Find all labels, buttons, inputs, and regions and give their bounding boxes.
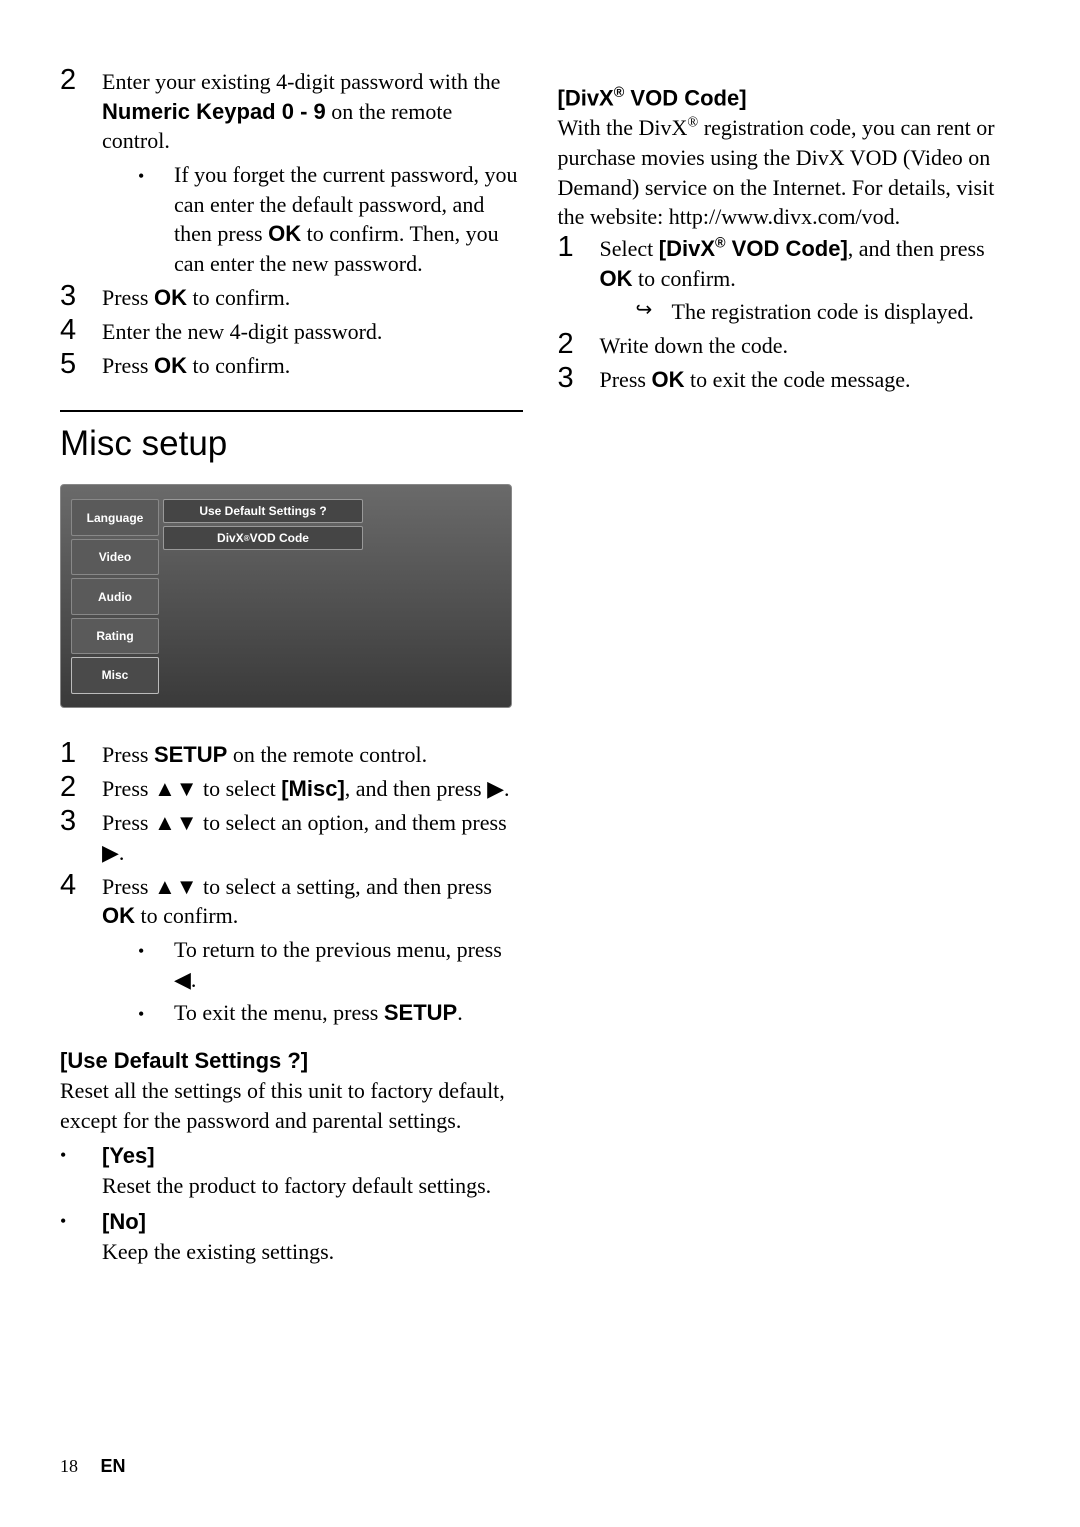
menu-tabs: Language VideoAudio RatingMisc [71, 499, 159, 693]
page-footer: 18 EN [60, 1456, 126, 1477]
option-bullet: •[Yes] Reset the product to factory defau… [60, 1141, 523, 1200]
step-text: Enter the new 4-digit password. [102, 315, 523, 347]
menu-tab-audio: Audio [71, 578, 159, 614]
menu-tab-rating: Rating [71, 618, 159, 654]
uds-desc: Reset all the settings of this unit to f… [60, 1076, 523, 1135]
step-text: Press ▲▼ to select an option, and them p… [102, 806, 523, 867]
divider [60, 410, 523, 412]
step-number: 2 [558, 329, 600, 361]
menu-tab-misc: Misc [71, 657, 159, 693]
step: 3Press ▲▼ to select an option, and them … [60, 806, 523, 867]
step: 4Enter the new 4-digit password. [60, 315, 523, 347]
bullet-icon: • [138, 998, 174, 1028]
step-number: 2 [60, 772, 102, 804]
menu-option: Use Default Settings ? [163, 499, 363, 523]
step-text: Press SETUP on the remote control. [102, 738, 523, 770]
vod-steps: 1Select [DivX® VOD Code], and then press… [558, 232, 1021, 395]
step-text: Enter your existing 4-digit password wit… [102, 65, 523, 279]
uds-options: •[Yes]Reset the product to factory defau… [60, 1141, 523, 1266]
step: 2Write down the code. [558, 329, 1021, 361]
arrow-icon: ↪ [636, 297, 672, 327]
step: 1Press SETUP on the remote control. [60, 738, 523, 770]
language-code: EN [101, 1456, 126, 1476]
left-column: 2Enter your existing 4-digit password wi… [60, 65, 523, 1266]
menu-tab-language: Language [71, 499, 159, 535]
step-number: 4 [60, 315, 102, 347]
step-number: 1 [558, 232, 600, 327]
vod-desc: With the DivX® registration code, you ca… [558, 113, 1021, 232]
vod-heading: [DivX® VOD Code] [558, 85, 1021, 111]
step-number: 3 [60, 281, 102, 313]
step-number: 3 [558, 363, 600, 395]
steps-mid: 1Press SETUP on the remote control.2Pres… [60, 738, 523, 1028]
step: 5Press OK to confirm. [60, 349, 523, 381]
menu-options: Use Default Settings ? DivX® VOD Code [163, 499, 501, 693]
uds-heading: [Use Default Settings ?] [60, 1048, 523, 1074]
option-label: [No] [102, 1209, 146, 1234]
setup-menu-screenshot: Language VideoAudio RatingMisc Use Default… [60, 484, 512, 708]
step-number: 1 [60, 738, 102, 770]
sub-bullet: •To return to the previous menu, press ◀… [138, 935, 523, 994]
step-number: 3 [60, 806, 102, 867]
step-number: 5 [60, 349, 102, 381]
option-bullet: •[No] Keep the existing settings. [60, 1207, 523, 1266]
steps-top: 2Enter your existing 4-digit password wi… [60, 65, 523, 380]
bullet-icon: • [138, 160, 174, 279]
step-number: 4 [60, 870, 102, 1028]
step-text: Press ▲▼ to select a setting, and then p… [102, 870, 523, 1028]
section-heading: Misc setup [60, 424, 523, 464]
step-text: Write down the code. [600, 329, 1021, 361]
step: 1Select [DivX® VOD Code], and then press… [558, 232, 1021, 327]
right-column: [DivX® VOD Code] With the DivX® registra… [558, 65, 1021, 1266]
step-number: 2 [60, 65, 102, 279]
step-text: Select [DivX® VOD Code], and then press … [600, 232, 1021, 327]
bullet-icon: • [138, 935, 174, 994]
sub-bullet: •If you forget the current password, you… [138, 160, 523, 279]
menu-tab-video: Video [71, 539, 159, 575]
step: 4Press ▲▼ to select a setting, and then … [60, 870, 523, 1028]
step-text: Press OK to confirm. [102, 281, 523, 313]
step-text: Press OK to confirm. [102, 349, 523, 381]
bullet-icon: • [60, 1207, 102, 1266]
option-text: Reset the product to factory default set… [102, 1173, 491, 1198]
step: 3Press OK to confirm. [60, 281, 523, 313]
menu-option: DivX® VOD Code [163, 526, 363, 550]
step: 2Press ▲▼ to select [Misc], and then pre… [60, 772, 523, 804]
option-text: Keep the existing settings. [102, 1239, 334, 1264]
step-text: Press OK to exit the code message. [600, 363, 1021, 395]
option-label: [Yes] [102, 1143, 155, 1168]
page-number: 18 [60, 1456, 78, 1476]
step: 3Press OK to exit the code message. [558, 363, 1021, 395]
bullet-icon: • [60, 1141, 102, 1200]
step: 2Enter your existing 4-digit password wi… [60, 65, 523, 279]
sub-bullet: •To exit the menu, press SETUP. [138, 998, 523, 1028]
step-text: Press ▲▼ to select [Misc], and then pres… [102, 772, 523, 804]
sub-result: ↪The registration code is displayed. [636, 297, 1021, 327]
